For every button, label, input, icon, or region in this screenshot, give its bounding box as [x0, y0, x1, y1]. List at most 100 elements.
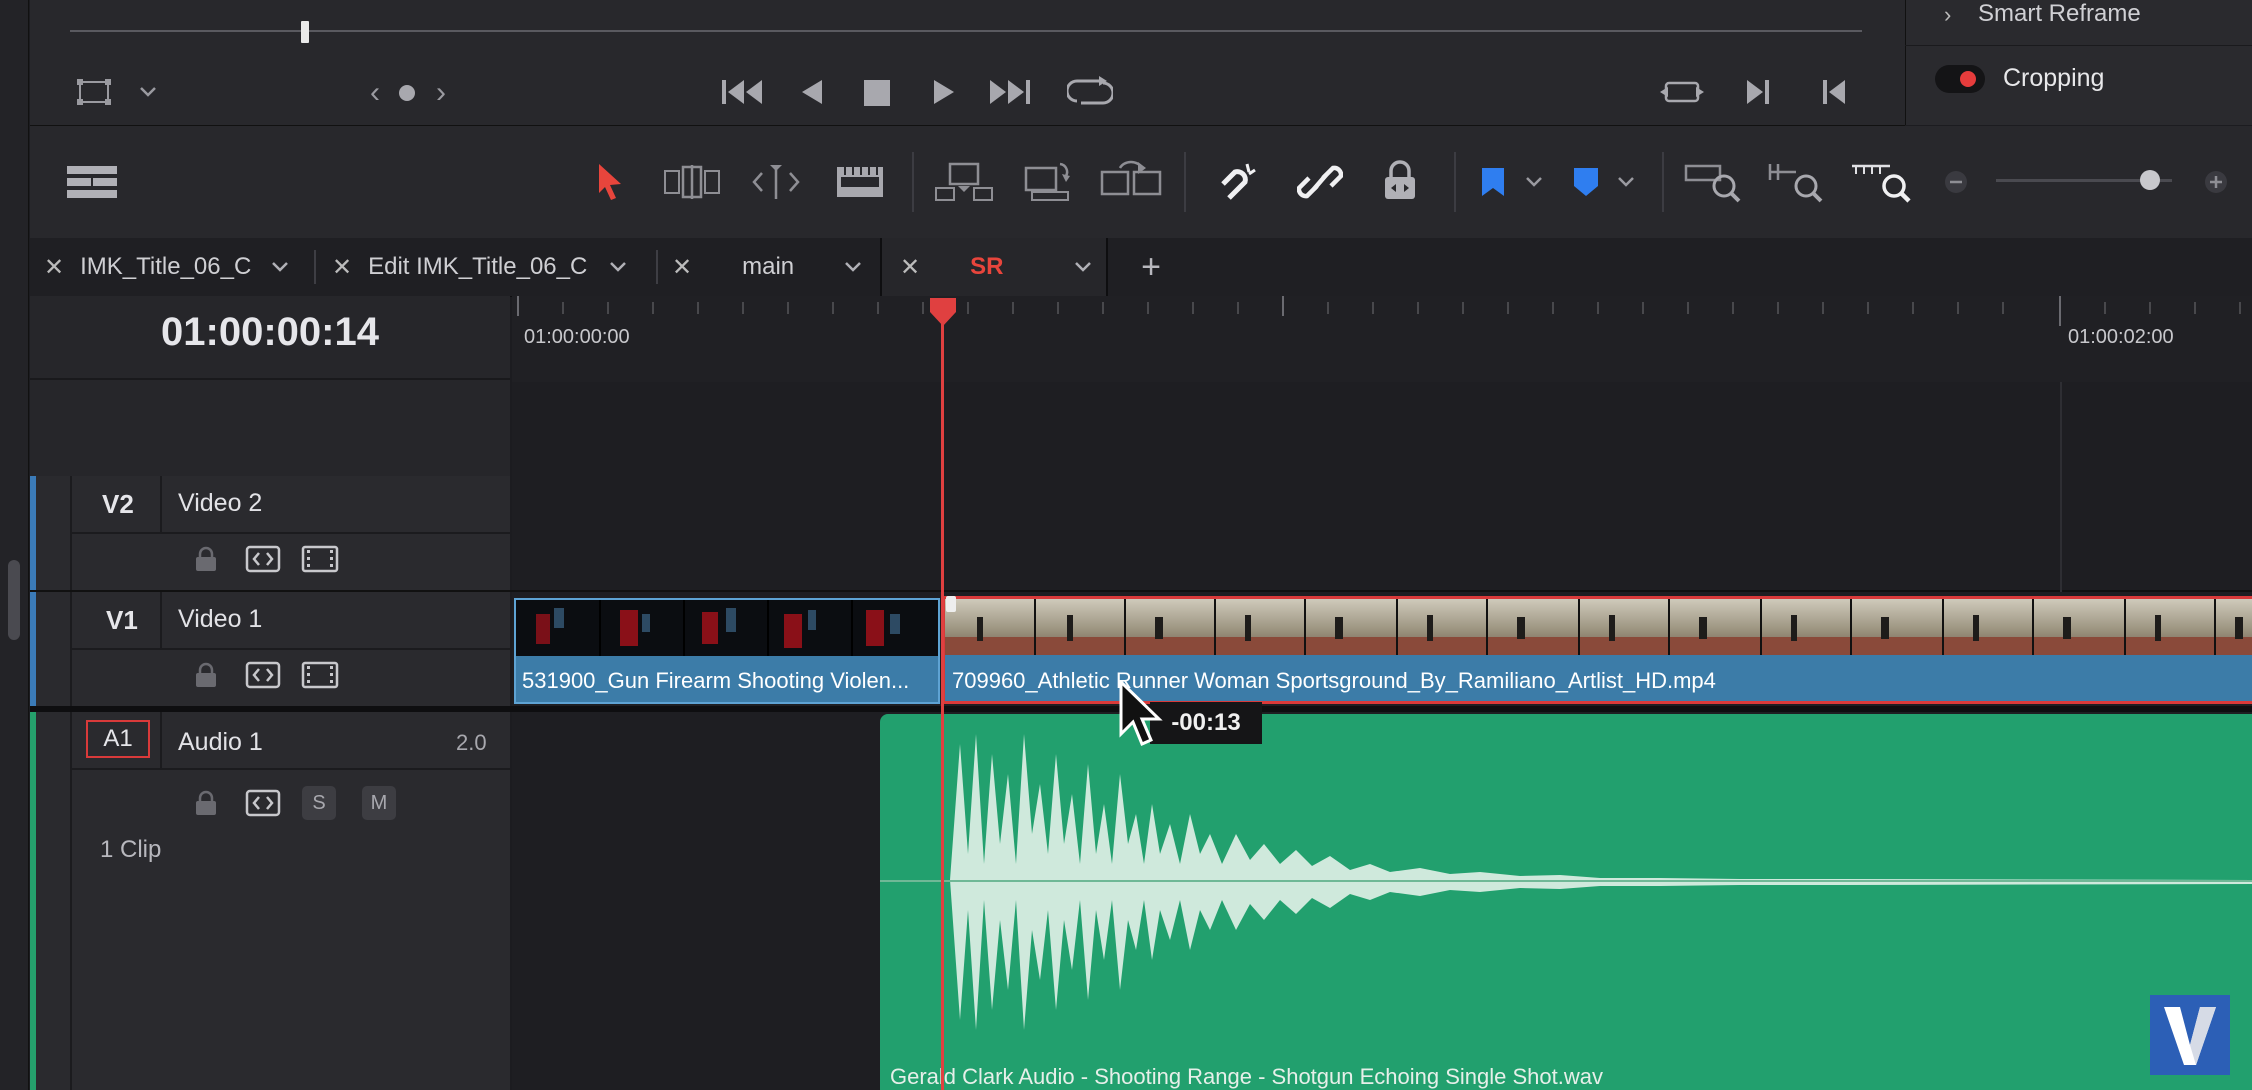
lock-track-icon[interactable]	[192, 544, 220, 574]
tab-label: Edit IMK_Title_06_C	[368, 253, 588, 280]
marker-dot-icon[interactable]	[398, 84, 416, 102]
track-name-v2[interactable]: Video 2	[178, 489, 262, 518]
custom-zoom-icon[interactable]	[1850, 160, 1912, 204]
tab-separator	[656, 250, 658, 284]
close-tab-icon[interactable]: ✕	[672, 253, 692, 282]
tab-label: IMK_Title_06_C	[80, 253, 252, 280]
tab-dropdown-chevron-icon[interactable]	[1074, 261, 1092, 273]
tab-label: SR	[970, 253, 1004, 280]
tab-separator	[314, 250, 316, 284]
timeline-timecode[interactable]: 01:00:00:14	[30, 310, 510, 355]
header-divider	[30, 378, 510, 380]
dynamic-trim-tool-icon[interactable]	[748, 162, 804, 202]
insert-clip-icon[interactable]	[934, 160, 994, 204]
loop-icon[interactable]	[1066, 74, 1114, 110]
auto-track-select-icon[interactable]	[244, 788, 282, 818]
track-color-bar	[30, 476, 36, 590]
marker-icon[interactable]	[1570, 164, 1602, 200]
previous-edit-icon[interactable]	[1820, 76, 1848, 108]
cropping-toggle-indicator	[1960, 71, 1976, 87]
track-header-divider	[70, 532, 510, 534]
clip-edge-trim-handle[interactable]	[946, 596, 956, 612]
mute-track-button[interactable]: M	[362, 786, 396, 820]
linked-selection-icon[interactable]	[1296, 160, 1344, 204]
add-timeline-tab-button[interactable]: +	[1136, 238, 1166, 296]
track-id-a1[interactable]: A1	[86, 720, 150, 758]
tab-edit-imk-title[interactable]: ✕ Edit IMK_Title_06_C	[332, 238, 632, 296]
viewer-scrubber-handle[interactable]	[301, 21, 309, 43]
solo-track-button[interactable]: S	[302, 786, 336, 820]
blade-tool-icon[interactable]	[834, 164, 886, 200]
trim-edit-tool-icon[interactable]	[662, 162, 722, 202]
full-extent-zoom-icon[interactable]	[1684, 160, 1742, 204]
timeline-view-options-icon[interactable]	[64, 162, 120, 202]
overwrite-clip-icon[interactable]	[1022, 158, 1074, 202]
disable-video-track-icon[interactable]	[300, 660, 340, 690]
audio-clip-centerline	[880, 880, 2252, 882]
prev-marker-button[interactable]: ‹	[364, 76, 386, 109]
timeline-ruler[interactable]	[512, 296, 2252, 383]
match-frame-icon[interactable]	[1660, 76, 1704, 108]
ruler-ticks	[517, 296, 2241, 326]
smart-reframe-expand-chevron-icon[interactable]: ›	[1944, 2, 1951, 28]
smart-reframe-section-label[interactable]: Smart Reframe	[1978, 0, 2141, 28]
next-edit-icon[interactable]	[1744, 76, 1772, 108]
audio-clip[interactable]	[880, 714, 2252, 1090]
transform-icon[interactable]	[74, 76, 114, 108]
track-color-bar	[30, 712, 36, 1090]
marker-dropdown-chevron-icon[interactable]	[1616, 172, 1636, 192]
close-tab-icon[interactable]: ✕	[332, 253, 352, 282]
toolbar-separator	[1454, 152, 1456, 212]
clip-name: 709960_Athletic Runner Woman Sportsgroun…	[952, 668, 1716, 693]
viewer-transport-bar	[30, 0, 1905, 126]
auto-track-select-icon[interactable]	[244, 544, 282, 574]
track-lane-v2[interactable]	[512, 476, 2252, 590]
replace-clip-icon[interactable]	[1100, 160, 1162, 204]
lock-track-icon[interactable]	[192, 660, 220, 690]
cropping-section-label[interactable]: Cropping	[2003, 64, 2104, 93]
tab-sr[interactable]: ✕ SR	[880, 238, 1108, 296]
zoom-in-icon[interactable]	[2204, 170, 2228, 194]
ruler-timecode-label: 01:00:00:00	[524, 326, 630, 348]
auto-track-select-icon[interactable]	[244, 660, 282, 690]
clip-count: 1 Clip	[100, 836, 162, 863]
stop-icon[interactable]	[862, 78, 892, 108]
lock-track-icon[interactable]	[192, 788, 220, 818]
playhead-line[interactable]	[941, 310, 944, 1090]
position-lock-icon[interactable]	[1380, 158, 1420, 204]
zoom-slider-handle[interactable]	[2140, 170, 2160, 190]
detail-zoom-icon[interactable]	[1766, 160, 1824, 204]
track-id-v2[interactable]: V2	[102, 489, 134, 520]
tab-dropdown-chevron-icon[interactable]	[844, 261, 862, 273]
play-reverse-icon[interactable]	[798, 76, 826, 108]
snapping-magnet-icon[interactable]	[1216, 160, 1264, 204]
tab-label: main	[742, 253, 795, 280]
go-to-end-icon[interactable]	[988, 76, 1032, 108]
track-name-v1[interactable]: Video 1	[178, 605, 262, 634]
flag-icon[interactable]	[1478, 164, 1508, 200]
flag-dropdown-chevron-icon[interactable]	[1524, 172, 1544, 192]
close-tab-icon[interactable]: ✕	[900, 253, 920, 282]
tab-imk-title[interactable]: ✕ IMK_Title_06_C	[44, 238, 304, 296]
track-name-a1[interactable]: Audio 1	[178, 728, 263, 757]
playhead-handle[interactable]	[928, 296, 958, 328]
play-icon[interactable]	[930, 76, 958, 108]
track-header-divider	[160, 476, 162, 532]
ruler-timecode-label: 01:00:02:00	[2068, 326, 2174, 348]
tab-main[interactable]: ✕ main	[672, 238, 862, 296]
tab-dropdown-chevron-icon[interactable]	[609, 261, 627, 273]
timeline-empty-area[interactable]	[512, 382, 2252, 476]
close-tab-icon[interactable]: ✕	[44, 253, 64, 282]
disable-video-track-icon[interactable]	[300, 544, 340, 574]
channel-logo	[2150, 995, 2230, 1075]
go-to-start-icon[interactable]	[720, 76, 764, 108]
transform-dropdown-chevron-icon[interactable]	[136, 80, 160, 104]
viewer-scrubber-track[interactable]	[70, 30, 1862, 32]
track-id-v1[interactable]: V1	[106, 605, 138, 636]
next-marker-button[interactable]: ›	[430, 76, 452, 109]
track-header-divider	[160, 712, 162, 768]
tab-dropdown-chevron-icon[interactable]	[271, 261, 289, 273]
left-scrollbar[interactable]	[8, 560, 20, 640]
zoom-out-icon[interactable]	[1944, 170, 1968, 194]
selection-tool-icon[interactable]	[592, 160, 628, 204]
